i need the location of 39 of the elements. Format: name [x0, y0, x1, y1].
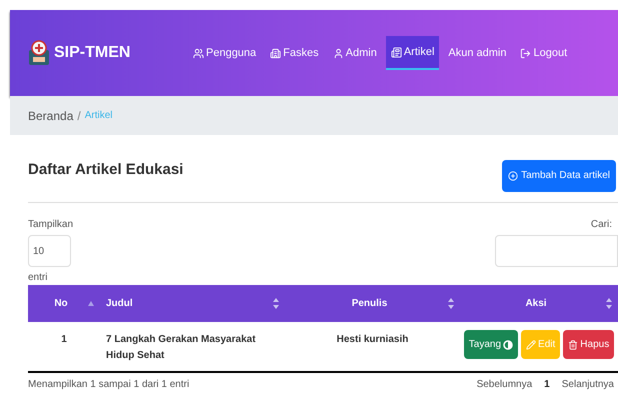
pencil-icon — [526, 340, 536, 350]
column-header[interactable]: Aksi — [460, 285, 618, 322]
half-circle-icon — [503, 340, 514, 350]
page-title: Daftar Artikel Edukasi — [28, 160, 184, 180]
column-header[interactable]: Penulis — [285, 285, 460, 322]
logo-icon — [28, 40, 50, 66]
plus-icon — [508, 170, 518, 180]
table-info: Menampilkan 1 sampai 1 dari 1 entri — [28, 378, 190, 392]
length-suffix: entri — [28, 271, 48, 285]
search-field[interactable] — [495, 235, 618, 267]
nav-link[interactable]: Admin — [328, 36, 382, 70]
newspaper-icon — [390, 46, 402, 58]
user-icon — [332, 48, 344, 58]
column-header[interactable]: Judul — [100, 285, 285, 322]
column-header[interactable]: No — [28, 285, 100, 322]
breadcrumb-separator: / — [77, 108, 81, 124]
pagination-link[interactable]: Selanjutnya — [562, 377, 614, 392]
table-cell: 7 Langkah Gerakan Masyarakat Hidup Sehat — [100, 322, 285, 372]
users-icon — [193, 48, 204, 58]
table-cell: 1 — [28, 322, 100, 372]
brand-name: SIP-TMEN — [54, 43, 130, 63]
search-label: Cari: — [590, 218, 613, 232]
length-label: Tampilkan — [28, 218, 74, 232]
nav-link[interactable]: Akun admin — [443, 36, 512, 70]
publish-button[interactable]: Tayang — [464, 330, 518, 359]
nav-link[interactable]: Pengguna — [188, 36, 262, 70]
building-icon — [270, 48, 282, 58]
logout-icon — [520, 48, 532, 58]
nav-link[interactable]: Faskes — [265, 36, 324, 70]
pagination-link[interactable]: 1 — [544, 377, 550, 392]
nav-link[interactable]: Logout — [515, 36, 572, 70]
pagination-link[interactable]: Sebelumnya — [476, 377, 532, 392]
breadcrumb-link[interactable]: Beranda — [28, 106, 74, 124]
trash-icon — [568, 340, 578, 350]
nav-link[interactable]: Artikel — [386, 36, 440, 70]
add-button[interactable]: Tambah Data artikel — [502, 160, 616, 192]
table-cell: Hesti kurniasih — [285, 322, 460, 372]
delete-button[interactable]: Hapus — [563, 330, 614, 359]
length-select[interactable]: 10 — [28, 235, 71, 267]
